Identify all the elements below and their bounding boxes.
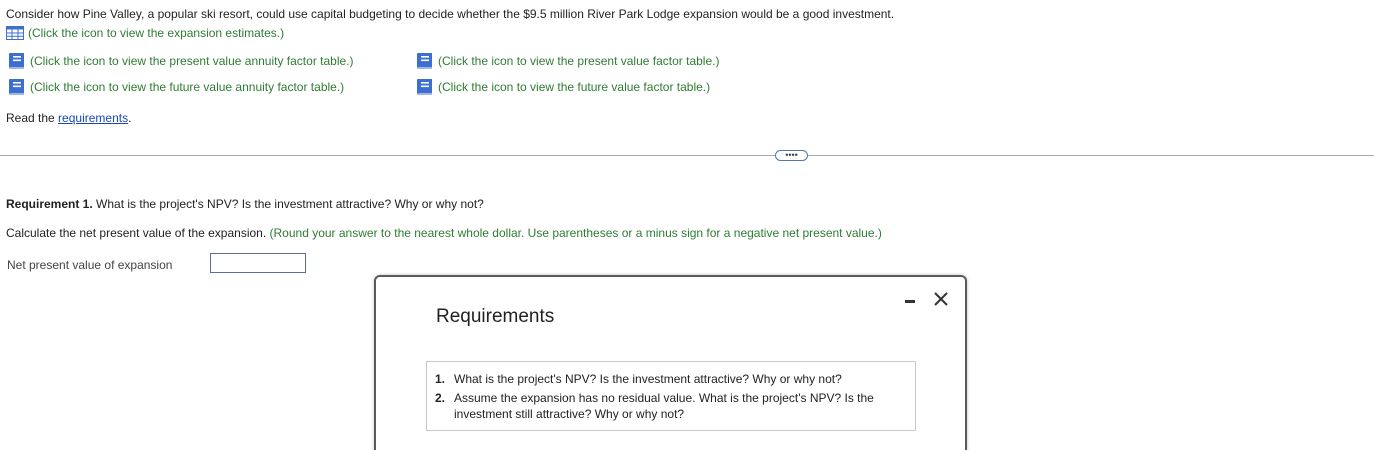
- read-prefix: Read the: [6, 111, 59, 125]
- intro-text: Consider how Pine Valley, a popular ski …: [6, 7, 895, 21]
- requirement-number: 2.: [435, 391, 446, 405]
- minimize-icon[interactable]: [903, 292, 917, 306]
- book-icon[interactable]: [414, 78, 434, 96]
- book-icon[interactable]: [414, 52, 434, 70]
- npv-input[interactable]: [210, 253, 306, 273]
- read-suffix: .: [128, 111, 132, 125]
- requirement-number: 1.: [435, 372, 446, 386]
- read-requirements: Read the requirements.: [6, 111, 131, 125]
- npv-label: Net present value of expansion: [7, 258, 173, 272]
- close-icon[interactable]: [932, 290, 950, 308]
- expand-more-button[interactable]: ••••: [775, 150, 808, 161]
- section-divider: [0, 155, 1374, 156]
- requirement-1-question: What is the project's NPV? Is the invest…: [92, 197, 484, 211]
- pv-annuity-text[interactable]: (Click the icon to view the present valu…: [30, 54, 354, 68]
- fv-annuity-text[interactable]: (Click the icon to view the future value…: [30, 80, 344, 94]
- book-icon[interactable]: [6, 52, 26, 70]
- pv-factor-text[interactable]: (Click the icon to view the present valu…: [438, 54, 719, 68]
- pv-annuity-link[interactable]: (Click the icon to view the present valu…: [6, 52, 354, 70]
- requirements-dialog: Requirements 1. What is the project's NP…: [374, 275, 967, 450]
- requirements-link[interactable]: requirements: [58, 111, 128, 125]
- expansion-estimates-text[interactable]: (Click the icon to view the expansion es…: [28, 26, 284, 40]
- requirement-1-label: Requirement 1.: [6, 197, 93, 211]
- fv-factor-text[interactable]: (Click the icon to view the future value…: [438, 80, 710, 94]
- book-icon[interactable]: [6, 78, 26, 96]
- calc-text: Calculate the net present value of the e…: [6, 226, 270, 240]
- requirement-item: 1. What is the project's NPV? Is the inv…: [435, 371, 907, 387]
- requirement-text: What is the project's NPV? Is the invest…: [454, 372, 842, 386]
- dialog-title: Requirements: [436, 306, 555, 327]
- grid-table-icon[interactable]: [6, 26, 24, 40]
- requirement-text: Assume the expansion has no residual val…: [454, 391, 874, 421]
- requirement-1-heading: Requirement 1. What is the project's NPV…: [6, 197, 484, 211]
- fv-annuity-link[interactable]: (Click the icon to view the future value…: [6, 78, 344, 96]
- requirement-item: 2. Assume the expansion has no residual …: [435, 390, 907, 422]
- requirements-list: 1. What is the project's NPV? Is the inv…: [426, 361, 916, 431]
- calc-instruction: Calculate the net present value of the e…: [6, 226, 882, 240]
- fv-factor-link[interactable]: (Click the icon to view the future value…: [414, 78, 710, 96]
- pv-factor-link[interactable]: (Click the icon to view the present valu…: [414, 52, 719, 70]
- calc-hint: (Round your answer to the nearest whole …: [269, 226, 882, 240]
- expansion-estimates-link[interactable]: (Click the icon to view the expansion es…: [6, 26, 284, 40]
